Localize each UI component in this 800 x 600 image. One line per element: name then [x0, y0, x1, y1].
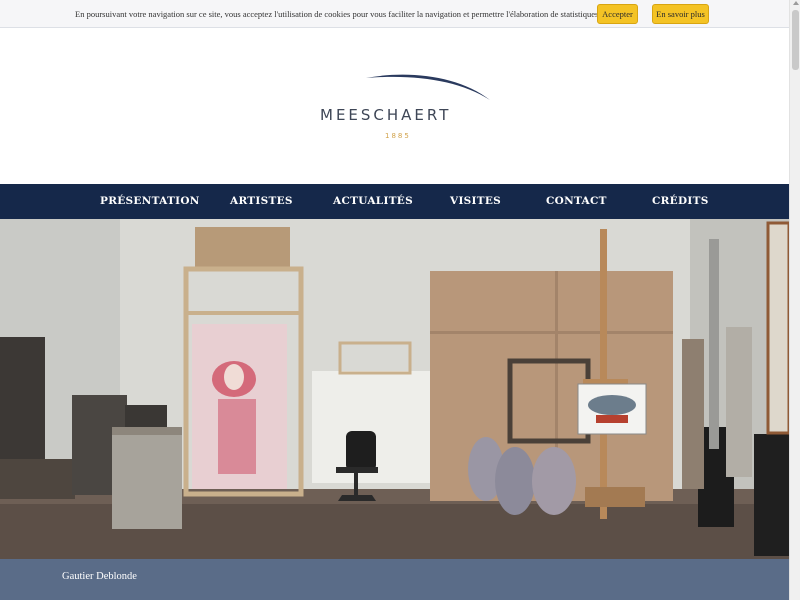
scroll-thumb[interactable] [792, 10, 799, 70]
logo-swoosh-icon [366, 74, 490, 100]
learn-more-button[interactable]: En savoir plus [652, 4, 709, 24]
accept-cookies-button[interactable]: Accepter [597, 4, 638, 24]
nav-item-visites[interactable]: VISITES [450, 195, 501, 207]
photo-caption: Gautier Deblonde [0, 559, 789, 600]
hero-image [0, 219, 789, 559]
logo-year: 1885 [385, 132, 411, 140]
main-navigation: PRÉSENTATION ARTISTES ACTUALITÉS VISITES… [0, 184, 789, 219]
nav-item-credits[interactable]: CRÉDITS [652, 195, 709, 207]
nav-item-contact[interactable]: CONTACT [546, 195, 607, 207]
page: En poursuivant votre navigation sur ce s… [0, 0, 800, 600]
cookie-consent-text: En poursuivant votre navigation sur ce s… [75, 9, 601, 19]
scroll-up-arrow-icon[interactable] [793, 1, 799, 5]
nav-item-presentation[interactable]: PRÉSENTATION [100, 195, 200, 207]
nav-item-artistes[interactable]: ARTISTES [230, 195, 293, 207]
caption-photographer: Gautier Deblonde [62, 571, 137, 582]
studio-photo-illustration [0, 219, 789, 559]
cookie-consent-bar: En poursuivant votre navigation sur ce s… [0, 0, 789, 28]
site-header: MEESCHAERT 1885 [0, 28, 789, 184]
page-scrollbar[interactable] [789, 0, 800, 600]
logo-wordmark: MEESCHAERT [320, 106, 452, 124]
nav-item-actualites[interactable]: ACTUALITÉS [333, 195, 413, 207]
meeschaert-logo[interactable]: MEESCHAERT 1885 [318, 72, 498, 152]
